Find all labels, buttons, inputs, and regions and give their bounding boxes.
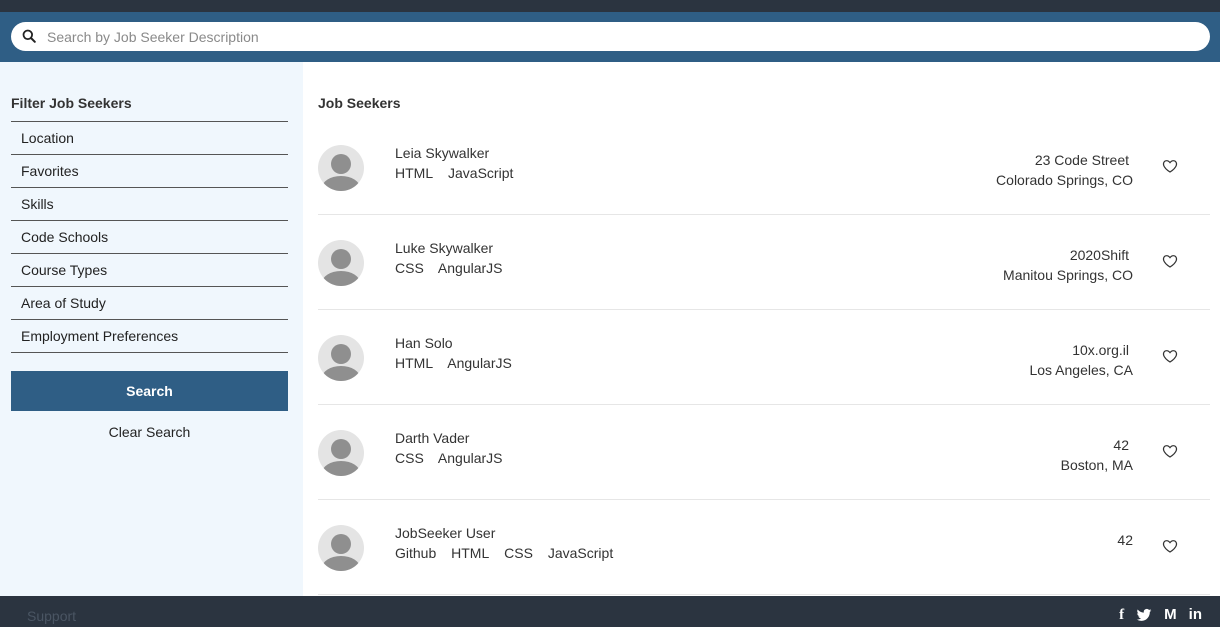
- linkedin-icon[interactable]: in: [1189, 606, 1202, 624]
- clear-search-link[interactable]: Clear Search: [11, 424, 288, 440]
- heart-icon[interactable]: [1162, 348, 1178, 364]
- heart-icon[interactable]: [1162, 538, 1178, 554]
- job-seeker-list: Leia Skywalker HTML JavaScript 23 Code S…: [318, 120, 1210, 595]
- skill-tag: AngularJS: [437, 260, 503, 276]
- address-line1: 10x.org.il: [1072, 342, 1129, 358]
- seeker-name[interactable]: JobSeeker User: [395, 525, 495, 541]
- skill-list: HTML JavaScript: [395, 165, 524, 181]
- medium-icon[interactable]: M: [1164, 606, 1177, 624]
- support-link[interactable]: Support: [27, 608, 76, 624]
- filter-item-area-of-study[interactable]: Area of Study: [11, 287, 288, 320]
- address-line1: 23 Code Street: [1034, 152, 1129, 168]
- skill-tag: HTML: [395, 165, 434, 181]
- avatar: [318, 525, 364, 571]
- skill-tag: AngularJS: [437, 450, 503, 466]
- search-band: [0, 12, 1220, 62]
- skill-tag: CSS: [504, 545, 533, 561]
- filter-item-code-schools[interactable]: Code Schools: [11, 221, 288, 254]
- search-input[interactable]: [47, 22, 1197, 51]
- seeker-name[interactable]: Luke Skywalker: [395, 240, 493, 256]
- filter-sidebar: Filter Job Seekers Location Favorites Sk…: [0, 62, 303, 596]
- filter-item-skills[interactable]: Skills: [11, 188, 288, 221]
- search-icon: [22, 29, 36, 43]
- facebook-icon[interactable]: f: [1119, 606, 1124, 624]
- skill-list: CSS AngularJS: [395, 450, 514, 466]
- address-line2: Manitou Springs, CO: [1003, 267, 1133, 283]
- avatar: [318, 240, 364, 286]
- heart-icon[interactable]: [1162, 253, 1178, 269]
- address-line2: Los Angeles, CA: [1029, 362, 1133, 378]
- job-seeker-row[interactable]: JobSeeker User Github HTML CSS JavaScrip…: [318, 500, 1210, 595]
- heart-icon[interactable]: [1162, 158, 1178, 174]
- social-links: f M in: [1119, 606, 1202, 624]
- seeker-address: 42 Boston, MA: [1061, 435, 1133, 475]
- filter-item-location[interactable]: Location: [11, 122, 288, 155]
- skill-list: Github HTML CSS JavaScript: [395, 545, 624, 561]
- address-line2: Colorado Springs, CO: [996, 172, 1133, 188]
- job-seeker-row[interactable]: Leia Skywalker HTML JavaScript 23 Code S…: [318, 120, 1210, 215]
- skill-tag: HTML: [395, 355, 434, 371]
- search-box[interactable]: [11, 22, 1210, 51]
- skill-tag: JavaScript: [448, 165, 514, 181]
- job-seekers-title: Job Seekers: [318, 95, 401, 111]
- footer: Support f M in: [0, 596, 1220, 627]
- seeker-address: 42: [1117, 530, 1133, 550]
- job-seeker-row[interactable]: Han Solo HTML AngularJS 10x.org.il Los A…: [318, 310, 1210, 405]
- address-line1: 42: [1113, 437, 1129, 453]
- address-line1: 2020Shift: [1069, 247, 1129, 263]
- seeker-address: 2020Shift Manitou Springs, CO: [1003, 245, 1133, 285]
- address-line2: 42: [1117, 532, 1133, 548]
- heart-icon[interactable]: [1162, 443, 1178, 459]
- skill-tag: HTML: [451, 545, 490, 561]
- skill-tag: CSS: [395, 260, 424, 276]
- search-button[interactable]: Search: [11, 371, 288, 411]
- filter-item-course-types[interactable]: Course Types: [11, 254, 288, 287]
- twitter-icon[interactable]: [1136, 607, 1152, 623]
- filter-item-favorites[interactable]: Favorites: [11, 155, 288, 188]
- job-seeker-row[interactable]: Luke Skywalker CSS AngularJS 2020Shift M…: [318, 215, 1210, 310]
- skill-tag: AngularJS: [447, 355, 512, 371]
- seeker-name[interactable]: Darth Vader: [395, 430, 469, 446]
- skill-list: CSS AngularJS: [395, 260, 514, 276]
- filter-list: Location Favorites Skills Code Schools C…: [11, 121, 288, 353]
- skill-tag: Github: [395, 545, 437, 561]
- seeker-name[interactable]: Leia Skywalker: [395, 145, 489, 161]
- skill-list: HTML AngularJS: [395, 355, 523, 371]
- filter-item-employment-preferences[interactable]: Employment Preferences: [11, 320, 288, 353]
- skill-tag: JavaScript: [547, 545, 614, 561]
- avatar: [318, 145, 364, 191]
- job-seekers-panel: Job Seekers Leia Skywalker HTML JavaScri…: [303, 62, 1220, 596]
- address-line2: Boston, MA: [1060, 457, 1133, 473]
- seeker-name[interactable]: Han Solo: [395, 335, 453, 351]
- top-bar: [0, 0, 1220, 12]
- seeker-address: 10x.org.il Los Angeles, CA: [1029, 340, 1133, 380]
- avatar: [318, 335, 364, 381]
- seeker-address: 23 Code Street Colorado Springs, CO: [996, 150, 1133, 190]
- skill-tag: CSS: [395, 450, 424, 466]
- avatar: [318, 430, 364, 476]
- filter-title: Filter Job Seekers: [11, 95, 132, 111]
- job-seeker-row[interactable]: Darth Vader CSS AngularJS 42 Boston, MA: [318, 405, 1210, 500]
